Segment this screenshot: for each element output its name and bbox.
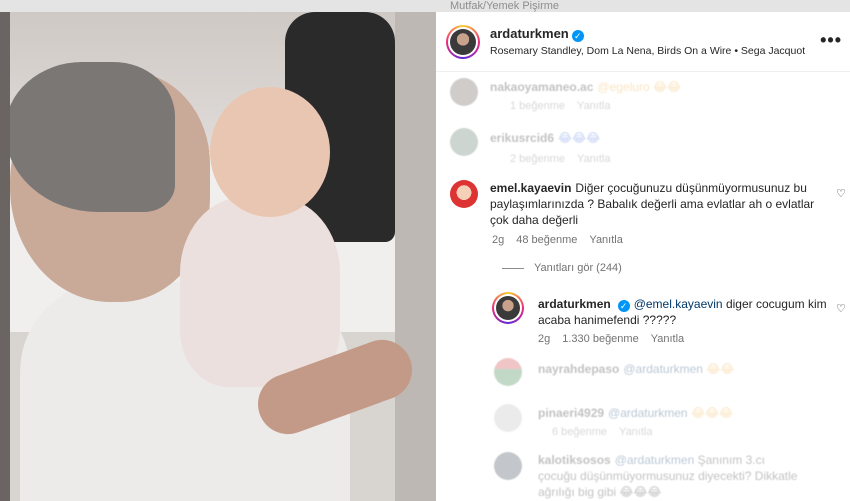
reply-avatar[interactable] bbox=[494, 452, 522, 480]
commenter-avatar[interactable] bbox=[450, 78, 478, 106]
commenter-avatar[interactable] bbox=[450, 180, 478, 208]
reply-text: kalotiksosos @ardaturkmen Şanınım 3.cı ço… bbox=[538, 453, 798, 499]
post-media[interactable] bbox=[0, 12, 436, 501]
reply-avatar[interactable] bbox=[494, 404, 522, 432]
comment-meta: 2 beğenme Yanıtla bbox=[510, 153, 611, 165]
audio-credit[interactable]: Rosemary Standley, Dom La Nena, Birds On… bbox=[490, 45, 805, 57]
comments-panel: ardaturkmen ✓ Rosemary Standley, Dom La N… bbox=[436, 12, 850, 501]
author-avatar[interactable] bbox=[446, 25, 480, 59]
reply-avatar[interactable] bbox=[494, 358, 522, 386]
reply-text: nayrahdepaso @ardaturkmen 😂😂 bbox=[538, 362, 735, 376]
reply-item: ardaturkmen ✓ @emel.kayaevin diger cocugum… bbox=[436, 292, 850, 354]
reply-text: ardaturkmen ✓ @emel.kayaevin diger cocugum… bbox=[538, 297, 827, 327]
verified-badge-icon: ✓ bbox=[571, 30, 584, 42]
comment-text: emel.kayaevin Diğer çocuğunuzu düşünmüyor… bbox=[490, 181, 815, 227]
heart-outline-icon[interactable]: ♡ bbox=[836, 302, 846, 315]
media-right-background bbox=[395, 12, 436, 501]
media-baby-body bbox=[180, 197, 340, 387]
comment-text: erikusrcid6 😂😂😂 bbox=[490, 131, 601, 145]
reply-meta: 6 beğenme Yanıtla bbox=[552, 426, 653, 438]
commenter-avatar[interactable] bbox=[450, 128, 478, 156]
comment-text: nakaoyamaneo.ac @egeluro 😂😂 bbox=[490, 80, 681, 94]
reply-meta: 2g 1.330 beğenme Yanıtla bbox=[538, 333, 685, 345]
reply-author-avatar[interactable] bbox=[492, 292, 524, 324]
category-breadcrumb: Mutfak/Yemek Pişirme bbox=[450, 0, 560, 12]
comment-meta: 2g 48 beğenme Yanıtla bbox=[492, 234, 623, 246]
comment-item: nakaoyamaneo.ac @egeluro 😂😂 1 beğenme Yanı… bbox=[436, 70, 850, 122]
comment-item: erikusrcid6 😂😂😂 2 beğenme Yanıtla bbox=[436, 120, 850, 172]
reply-item: pinaeri4929 @ardaturkmen 😂😂😂 6 beğenme Yan… bbox=[436, 400, 850, 448]
media-left-edge bbox=[0, 12, 10, 501]
media-baby-head bbox=[210, 87, 330, 217]
heart-outline-icon[interactable]: ♡ bbox=[836, 187, 846, 200]
divider-line bbox=[502, 267, 524, 269]
comment-meta: 1 beğenme Yanıtla bbox=[510, 100, 611, 112]
more-horizontal-icon[interactable]: ••• bbox=[820, 30, 842, 51]
author-username[interactable]: ardaturkmen ✓ bbox=[490, 26, 584, 42]
comment-item: emel.kayaevin Diğer çocuğunuzu düşünmüyor… bbox=[436, 177, 850, 257]
reply-text: pinaeri4929 @ardaturkmen 😂😂😂 bbox=[538, 406, 734, 420]
post-header: ardaturkmen ✓ Rosemary Standley, Dom La N… bbox=[436, 12, 850, 72]
view-replies-button[interactable]: Yanıtları gör (244) bbox=[502, 262, 622, 274]
verified-badge-icon: ✓ bbox=[617, 300, 630, 312]
reply-item: kalotiksosos @ardaturkmen Şanınım 3.cı ço… bbox=[436, 448, 850, 501]
reply-item: nayrahdepaso @ardaturkmen 😂😂 bbox=[436, 354, 850, 402]
